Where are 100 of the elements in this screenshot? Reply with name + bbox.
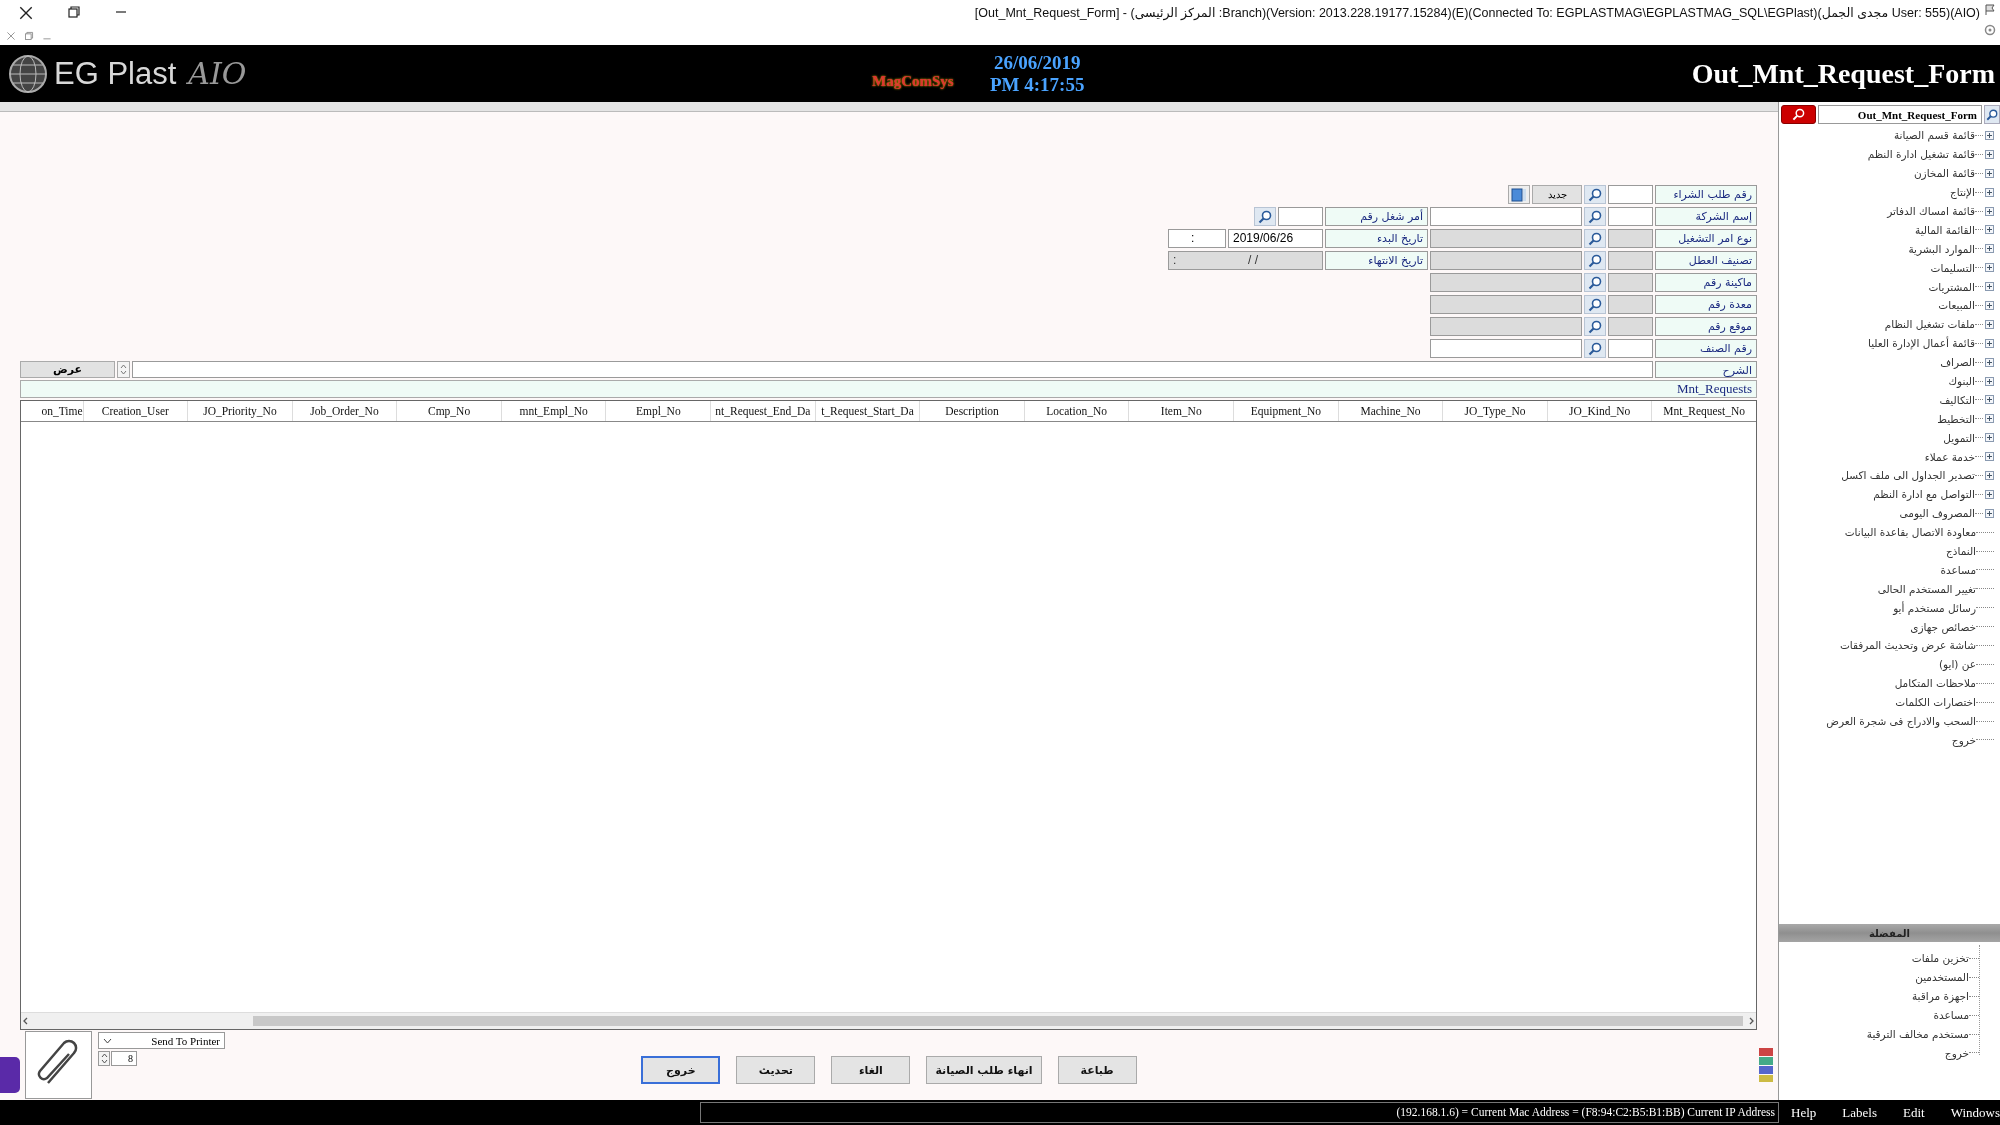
printer-dropdown[interactable]: Send To Printer <box>98 1032 225 1049</box>
menu-item[interactable]: الصراف <box>1940 356 1975 369</box>
grid-view-button[interactable] <box>1508 185 1530 204</box>
menu-item[interactable]: خروج <box>1951 733 1976 746</box>
menu-item[interactable]: السحب والادراج فى شجرة العرض <box>1826 715 1976 728</box>
menu-item[interactable]: الإنتاج <box>1950 186 1975 199</box>
new-button[interactable]: جديد <box>1532 185 1582 204</box>
menu-item[interactable]: ملاحظات المتكامل <box>1894 677 1976 690</box>
expand-icon[interactable] <box>1985 452 1994 462</box>
column-header[interactable]: Equipment_No <box>1233 401 1338 421</box>
date-field[interactable]: 2019/06/26 <box>1228 229 1323 248</box>
column-header[interactable]: Item_No <box>1128 401 1234 421</box>
menu-item[interactable]: ملفات تشغيل النظام <box>1884 318 1975 331</box>
favorite-item[interactable]: مستخدم مخالف الترقية <box>1866 1028 1969 1040</box>
copies-spinner[interactable] <box>98 1051 110 1066</box>
column-header[interactable]: t_Request_Start_Da <box>814 401 920 421</box>
expand-icon[interactable] <box>1985 206 1994 216</box>
expand-icon[interactable] <box>1985 357 1994 367</box>
spin-button[interactable] <box>117 361 130 378</box>
expand-icon[interactable] <box>1985 470 1994 480</box>
expand-icon[interactable] <box>1985 130 1994 140</box>
column-header[interactable]: JO_Priority_No <box>187 401 292 421</box>
menu-item[interactable]: Help <box>1791 1104 1817 1121</box>
menu-item[interactable]: قائمة تشغيل ادارة النظم <box>1867 148 1975 161</box>
expand-icon[interactable] <box>1985 168 1994 178</box>
action-button[interactable]: طباعة <box>1057 1056 1137 1084</box>
show-button[interactable]: عرض <box>20 361 115 378</box>
code-field[interactable] <box>1278 207 1323 226</box>
name-field[interactable] <box>1430 207 1582 226</box>
menu-item[interactable]: قائمة أعمال الإدارة العليا <box>1867 337 1975 350</box>
menu-item[interactable]: رسائل مستخدم أيو <box>1893 601 1976 614</box>
menu-item[interactable]: التخطيط <box>1937 412 1975 425</box>
expand-icon[interactable] <box>1985 300 1994 310</box>
menu-item[interactable]: Windows <box>1950 1104 2000 1121</box>
menu-item[interactable]: قائمة المخازن <box>1913 167 1975 180</box>
menu-search-field[interactable]: Out_Mnt_Request_Form <box>1818 105 1982 124</box>
attachment-button[interactable] <box>25 1031 92 1099</box>
menu-item[interactable]: خدمة عملاء <box>1924 450 1975 463</box>
column-header[interactable]: Job_Order_No <box>291 401 397 421</box>
copies-field[interactable]: 8 <box>111 1051 137 1066</box>
restore-icon[interactable] <box>67 5 81 19</box>
menu-item[interactable]: التسليمات <box>1930 261 1975 274</box>
column-header[interactable]: nt_Request_End_Da <box>710 401 815 421</box>
column-header[interactable]: on_Time <box>26 401 83 421</box>
menu-item[interactable]: تصدير الجداول الى ملف اكسل <box>1841 469 1975 482</box>
menu-item[interactable]: خصائص جهازى <box>1910 620 1976 633</box>
favorite-item[interactable]: اجهزة مراقبة <box>1911 990 1969 1003</box>
column-header[interactable]: Location_No <box>1023 401 1129 421</box>
scrollbar-thumb[interactable] <box>253 1016 1743 1026</box>
menu-item[interactable]: شاشة عرض وتحديث المرفقات <box>1839 639 1976 652</box>
menu-item[interactable]: البنوك <box>1948 375 1975 387</box>
code-field[interactable] <box>1608 207 1653 226</box>
expand-icon[interactable] <box>1985 376 1994 386</box>
expand-icon[interactable] <box>1985 149 1994 159</box>
favorite-item[interactable]: خروج <box>1944 1046 1969 1059</box>
expand-icon[interactable] <box>1985 225 1994 235</box>
search-button[interactable] <box>1984 105 2000 124</box>
column-header[interactable]: Creation_User <box>82 401 188 421</box>
favorite-item[interactable]: المستخدمين <box>1915 971 1969 984</box>
search-button[interactable] <box>1781 105 1816 124</box>
menu-item[interactable]: عن (ايو) <box>1938 658 1976 671</box>
column-header[interactable]: mnt_Empl_No <box>500 401 606 421</box>
menu-item[interactable]: معاودة الاتصال بقاعدة البيانات <box>1844 526 1976 539</box>
column-header[interactable]: Empl_No <box>605 401 711 421</box>
column-header[interactable]: Mnt_Request_No <box>1651 401 1756 421</box>
menu-item[interactable]: Edit <box>1903 1104 1925 1121</box>
menu-item[interactable]: قائمة قسم الصيانة <box>1893 129 1975 142</box>
column-header[interactable]: Description <box>919 401 1024 421</box>
code-field[interactable] <box>1608 339 1653 358</box>
menu-item[interactable]: المشتريات <box>1928 280 1975 293</box>
menu-item[interactable]: التكاليف <box>1939 393 1975 406</box>
menu-item[interactable]: التمويل <box>1943 431 1975 444</box>
description-field[interactable] <box>132 361 1653 378</box>
menu-item[interactable]: Labels <box>1842 1104 1877 1121</box>
menu-item[interactable]: التواصل مع ادارة النظم <box>1873 488 1975 501</box>
menu-item[interactable]: مساعدة <box>1940 563 1976 576</box>
menu-item[interactable]: الموارد البشرية <box>1908 242 1975 255</box>
expand-icon[interactable] <box>1985 282 1994 292</box>
expand-icon[interactable] <box>1985 338 1994 348</box>
horizontal-scrollbar[interactable] <box>21 1012 1756 1029</box>
column-header[interactable]: JO_Kind_No <box>1546 401 1652 421</box>
code-field[interactable] <box>1608 185 1653 204</box>
expand-icon[interactable] <box>1985 433 1994 443</box>
column-header[interactable]: Cmp_No <box>396 401 501 421</box>
action-button[interactable]: خروج <box>641 1056 721 1084</box>
column-header[interactable]: JO_Type_No <box>1442 401 1547 421</box>
expand-icon[interactable] <box>1985 508 1994 518</box>
menu-item[interactable]: تغيير المستخدم الحالى <box>1877 582 1976 595</box>
books-icon[interactable] <box>1757 1046 1775 1084</box>
favorite-item[interactable]: مساعدة <box>1933 1009 1969 1022</box>
expand-icon[interactable] <box>1985 489 1994 499</box>
name-field[interactable] <box>1430 339 1582 358</box>
action-button[interactable]: تحديث <box>736 1056 816 1084</box>
menu-item[interactable]: المبيعات <box>1938 299 1975 312</box>
action-button[interactable]: انهاء طلب الصيانة <box>926 1056 1042 1084</box>
expand-icon[interactable] <box>1985 414 1994 424</box>
menu-item[interactable]: اختصارات الكلمات <box>1895 696 1976 709</box>
expand-icon[interactable] <box>1985 244 1994 254</box>
menu-item[interactable]: المصروف اليومى <box>1899 507 1975 520</box>
close-icon[interactable] <box>18 5 34 21</box>
